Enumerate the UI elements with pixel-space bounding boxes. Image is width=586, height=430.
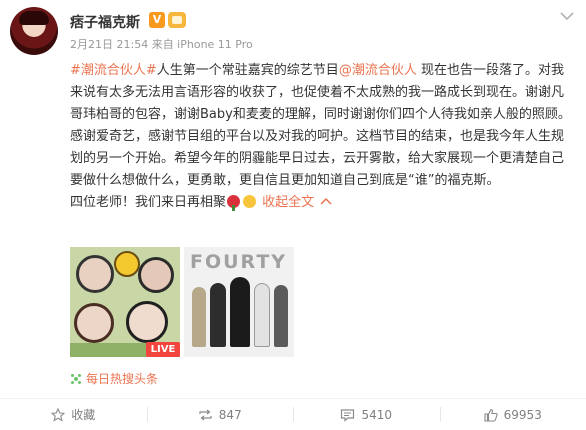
live-badge: LIVE (146, 342, 180, 357)
comment-count: 5410 (361, 407, 393, 422)
collapse-button[interactable]: 收起全文 (262, 195, 332, 210)
like-icon (484, 408, 498, 422)
hug-emoji-icon (243, 195, 257, 208)
hot-search-link[interactable]: 每日热搜头条 (70, 370, 158, 387)
comment-button[interactable]: 5410 (293, 399, 440, 430)
username[interactable]: 痞子福克斯 (70, 12, 140, 32)
repost-count: 847 (218, 407, 242, 422)
action-bar: 收藏 847 5410 69953 (0, 399, 586, 430)
post-text-closing: 四位老师！我们来日再相聚 (70, 195, 227, 210)
post-image-live-photo[interactable] (70, 247, 180, 357)
favorite-button[interactable]: 收藏 (0, 399, 147, 430)
favorite-label: 收藏 (71, 408, 96, 422)
member-badge-icon[interactable] (168, 12, 186, 28)
post-text-body: 现在也告一段落了。对我来说有太多无法用言语形容的收获了，也促使着不太成熟的我一路… (70, 63, 571, 188)
mention-link[interactable]: @潮流合伙人 (339, 63, 417, 78)
repost-icon (199, 409, 212, 420)
hot-search-label: 每日热搜头条 (86, 372, 159, 386)
post-meta: 2月21日 21:54 来自 iPhone 11 Pro (70, 38, 253, 51)
star-icon (51, 407, 66, 422)
chevron-up-icon (320, 197, 332, 205)
verified-badge[interactable]: V (149, 12, 165, 28)
repost-button[interactable]: 847 (146, 399, 294, 430)
topic-link[interactable]: #潮流合伙人# (70, 63, 157, 78)
like-button[interactable]: 69953 (439, 399, 586, 430)
chevron-down-icon[interactable] (559, 10, 575, 22)
collapse-label: 收起全文 (262, 195, 315, 210)
post-image-poster[interactable]: FOURTY (184, 247, 294, 357)
hot-search-icon (71, 374, 81, 384)
rose-emoji-icon (227, 195, 241, 211)
avatar[interactable] (10, 7, 58, 55)
poster-title: FOURTY (190, 251, 288, 273)
post-text: #潮流合伙人#人生第一个常驻嘉宾的综艺节目@潮流合伙人 现在也告一段落了。对我来… (70, 60, 576, 214)
comment-icon (341, 408, 355, 422)
like-count: 69953 (503, 407, 542, 422)
post-text-part: 人生第一个常驻嘉宾的综艺节目 (156, 63, 339, 78)
